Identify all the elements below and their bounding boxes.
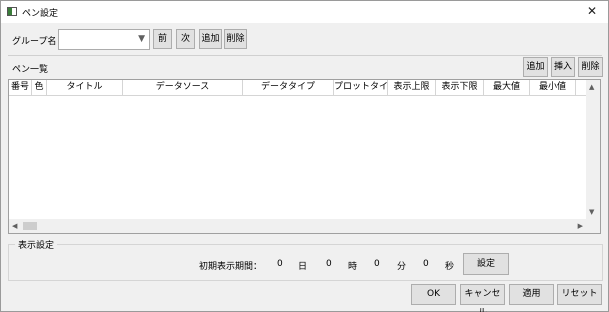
scroll-right-icon[interactable]: ▶: [578, 222, 583, 230]
pen-list-label: ペン一覧: [12, 65, 49, 75]
pen-settings-dialog: ペン設定 ✕ グループ名 ▼ 前 次 追加 削除 ペン一覧 追加 挿入 削除 番…: [0, 0, 609, 312]
column-header-color[interactable]: 色: [32, 80, 47, 95]
scroll-up-icon[interactable]: ▲: [589, 83, 594, 91]
days-value[interactable]: 0: [277, 259, 283, 269]
column-header-min[interactable]: 最小値: [530, 80, 576, 95]
delete-pen-button[interactable]: 削除: [578, 57, 603, 77]
add-group-button[interactable]: 追加: [199, 29, 222, 49]
scrollbar-corner: [586, 219, 600, 233]
prev-group-button[interactable]: 前: [153, 29, 172, 49]
hours-unit: 時: [348, 262, 358, 272]
horizontal-scrollbar[interactable]: ◀ ▶: [9, 219, 586, 233]
seconds-unit: 秒: [445, 262, 455, 272]
set-period-button[interactable]: 設定: [463, 253, 509, 275]
pen-table-header: 番号 色 タイトル データソース データタイプ プロットタイプ 表示上限 表示下…: [9, 80, 586, 96]
hours-value[interactable]: 0: [326, 259, 332, 269]
apply-button[interactable]: 適用: [509, 284, 554, 305]
ok-button[interactable]: OK: [411, 284, 456, 305]
initial-period-label: 初期表示期間：: [199, 262, 263, 272]
group-name-combo[interactable]: ▼: [58, 29, 150, 50]
column-header-plot-type[interactable]: プロットタイプ: [334, 80, 388, 95]
vertical-scrollbar[interactable]: ▲ ▼: [586, 80, 600, 219]
column-header-max[interactable]: 最大値: [484, 80, 530, 95]
delete-group-button[interactable]: 削除: [224, 29, 247, 49]
cancel-button[interactable]: キャンセル: [460, 284, 505, 312]
column-header-display-max[interactable]: 表示上限: [388, 80, 436, 95]
minutes-unit: 分: [397, 262, 407, 272]
chevron-down-icon[interactable]: ▼: [138, 34, 145, 44]
group-name-label: グループ名: [12, 37, 57, 47]
column-header-number[interactable]: 番号: [9, 80, 32, 95]
scroll-left-icon[interactable]: ◀: [12, 222, 17, 230]
next-group-button[interactable]: 次: [176, 29, 195, 49]
column-header-data-type[interactable]: データタイプ: [243, 80, 334, 95]
seconds-value[interactable]: 0: [423, 259, 429, 269]
close-icon[interactable]: ✕: [584, 3, 600, 19]
window-icon: [7, 7, 17, 16]
separator: [8, 55, 602, 56]
column-header-display-min[interactable]: 表示下限: [436, 80, 484, 95]
add-pen-button[interactable]: 追加: [523, 57, 548, 77]
column-header-data-source[interactable]: データソース: [123, 80, 243, 95]
insert-pen-button[interactable]: 挿入: [551, 57, 575, 77]
scroll-down-icon[interactable]: ▼: [589, 208, 594, 216]
column-header-title[interactable]: タイトル: [47, 80, 123, 95]
days-unit: 日: [298, 262, 308, 272]
minutes-value[interactable]: 0: [374, 259, 380, 269]
pen-table[interactable]: 番号 色 タイトル データソース データタイプ プロットタイプ 表示上限 表示下…: [8, 79, 601, 234]
title-bar: ペン設定 ✕: [1, 1, 608, 23]
scroll-thumb[interactable]: [23, 222, 37, 230]
display-settings-title: 表示設定: [15, 238, 58, 251]
reset-button[interactable]: リセット: [557, 284, 602, 305]
window-title: ペン設定: [22, 9, 59, 19]
